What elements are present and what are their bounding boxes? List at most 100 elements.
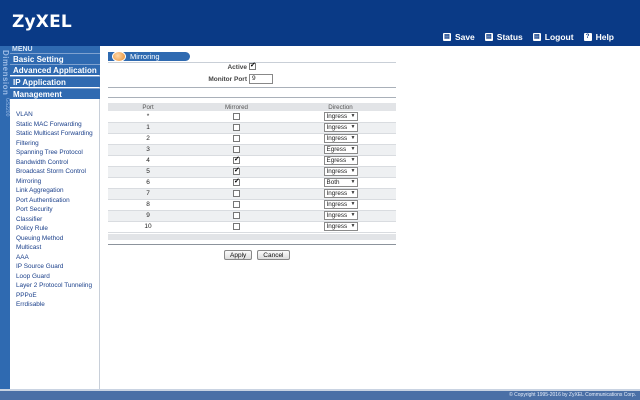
port-cell: 5: [108, 166, 188, 178]
status-label: Status: [496, 32, 523, 42]
direction-select[interactable]: Both ▼: [323, 178, 358, 187]
table-row: 10 Ingress ▼: [108, 221, 396, 233]
mirrored-checkbox[interactable]: [233, 145, 240, 153]
mirrored-column-header: Mirrored: [188, 103, 285, 111]
table-row: 5 Ingress▼: [108, 166, 396, 178]
direction-value: Egress: [326, 157, 347, 164]
mirrored-checkbox[interactable]: [233, 189, 240, 197]
sidebar-item-bandwidth-control[interactable]: Bandwidth Control: [10, 158, 99, 168]
mirrored-checkbox[interactable]: [233, 177, 240, 186]
direction-cell: Ingress ▼: [285, 166, 396, 178]
table-header-row: Port Mirrored Direction: [108, 103, 396, 111]
mirrored-checkbox[interactable]: [233, 123, 240, 131]
table-row: 1 Ingress ▼: [108, 122, 396, 134]
direction-select[interactable]: Ingress ▼: [323, 200, 358, 209]
active-checkbox[interactable]: [249, 61, 256, 71]
sidebar-item-classifier[interactable]: Classifier: [10, 215, 99, 225]
menu-title: MENU: [10, 46, 100, 53]
help-link[interactable]: ? Help: [583, 32, 614, 42]
sidebar-item-pppoe[interactable]: PPPoE: [10, 291, 99, 301]
apply-button[interactable]: Apply: [224, 250, 253, 260]
port-cell: 8: [108, 199, 188, 211]
mirrored-checkbox[interactable]: [233, 211, 240, 219]
menu-basic-setting[interactable]: Basic Setting: [10, 53, 100, 64]
menu-advanced-application[interactable]: Advanced Application: [10, 64, 100, 75]
table-row: 4 Egress▼: [108, 155, 396, 167]
active-label: Active: [227, 63, 247, 71]
table-row: 8 Ingress ▼: [108, 199, 396, 211]
sidebar-item-queuing-method[interactable]: Queuing Method: [10, 234, 99, 244]
sidebar-item-broadcast-storm-control[interactable]: Broadcast Storm Control: [10, 167, 99, 177]
save-icon: ▤: [442, 33, 451, 41]
sidebar-item-errdisable[interactable]: Errdisable: [10, 300, 99, 310]
chevron-down-icon: ▼: [350, 146, 356, 152]
mirrored-cell: [188, 166, 285, 178]
sidebar-item-link-aggregation[interactable]: Link Aggregation: [10, 186, 99, 196]
mirrored-cell: [188, 155, 285, 167]
direction-select[interactable]: Ingress ▼: [323, 222, 358, 231]
table-row: * Ingress ▼: [108, 111, 396, 123]
direction-select[interactable]: Egress ▼: [323, 145, 358, 154]
direction-value: Egress: [326, 146, 347, 153]
direction-cell: Ingress ▼: [285, 122, 396, 134]
active-row: Active: [108, 61, 396, 73]
direction-cell: Both ▼: [285, 177, 396, 189]
help-label: Help: [595, 32, 614, 42]
sidebar-item-layer-2-protocol-tunneling[interactable]: Layer 2 Protocol Tunneling: [10, 281, 99, 291]
direction-column-header: Direction: [285, 103, 396, 111]
port-cell: 7: [108, 188, 188, 200]
direction-value: Ingress: [326, 112, 348, 120]
logout-link[interactable]: ▤ Logout: [532, 32, 574, 42]
chevron-down-icon: ▼: [350, 201, 356, 207]
status-link[interactable]: ▤ Status: [484, 32, 523, 42]
mirrored-checkbox[interactable]: [233, 222, 240, 230]
sidebar-item-vlan[interactable]: VLAN: [10, 110, 99, 120]
sidebar-item-policy-rule[interactable]: Policy Rule: [10, 224, 99, 234]
chevron-down-icon: ▼: [350, 223, 356, 229]
save-link[interactable]: ▤ Save: [442, 32, 475, 42]
sidebar-item-loop-guard[interactable]: Loop Guard: [10, 272, 99, 282]
menu-management[interactable]: Management: [10, 88, 100, 99]
sidebar-item-static-multicast-forwarding[interactable]: Static Multicast Forwarding: [10, 129, 99, 139]
port-cell: 10: [108, 221, 188, 233]
direction-cell: Ingress ▼: [285, 111, 396, 123]
direction-select[interactable]: Ingress ▼: [323, 211, 358, 220]
direction-select[interactable]: Ingress ▼: [323, 134, 358, 143]
cancel-button[interactable]: Cancel: [257, 250, 290, 260]
direction-select[interactable]: Ingress ▼: [323, 111, 358, 121]
sidebar-item-static-mac-forwarding[interactable]: Static MAC Forwarding: [10, 120, 99, 130]
direction-select[interactable]: Ingress ▼: [323, 189, 358, 198]
direction-value: Ingress: [326, 201, 348, 208]
table-row: 7 Ingress ▼: [108, 188, 396, 200]
sidebar-item-port-security[interactable]: Port Security: [10, 205, 99, 215]
model-name: GS2200: [4, 98, 10, 117]
monitor-port-input[interactable]: 9: [249, 74, 273, 84]
menu-ip-application[interactable]: IP Application: [10, 76, 100, 87]
logout-label: Logout: [544, 32, 574, 42]
mirrored-checkbox[interactable]: [233, 112, 240, 120]
mirrored-checkbox[interactable]: [233, 155, 240, 164]
direction-select[interactable]: Ingress ▼: [323, 167, 358, 176]
sidebar-item-port-authentication[interactable]: Port Authentication: [10, 196, 99, 206]
port-cell: 1: [108, 122, 188, 134]
mirrored-checkbox[interactable]: [233, 166, 240, 175]
sidebar-item-spanning-tree-protocol[interactable]: Spanning Tree Protocol: [10, 148, 99, 158]
sidebar-item-aaa[interactable]: AAA: [10, 253, 99, 263]
sidebar-item-filtering[interactable]: Filtering: [10, 139, 99, 149]
mirrored-checkbox[interactable]: [233, 134, 240, 142]
sidebar-item-mirroring[interactable]: Mirroring: [10, 177, 99, 187]
direction-select[interactable]: Egress ▼: [323, 156, 358, 165]
mirrored-checkbox[interactable]: [233, 200, 240, 208]
chevron-down-icon: ▼: [350, 212, 356, 218]
monitor-port-row: Monitor Port 9: [108, 73, 396, 85]
port-column-header: Port: [108, 103, 188, 111]
logout-icon: ▤: [532, 33, 541, 41]
table-row: 2 Ingress ▼: [108, 133, 396, 145]
sidebar-item-multicast[interactable]: Multicast: [10, 243, 99, 253]
port-cell: 2: [108, 133, 188, 145]
sidebar-item-ip-source-guard[interactable]: IP Source Guard: [10, 262, 99, 272]
direction-select[interactable]: Ingress ▼: [323, 123, 358, 132]
sidebar-brand-strip: Dimension GS2200: [0, 46, 10, 391]
sidebar: Dimension GS2200 MENU Basic Setting Adva…: [0, 46, 100, 391]
mirrored-cell: [188, 111, 285, 123]
